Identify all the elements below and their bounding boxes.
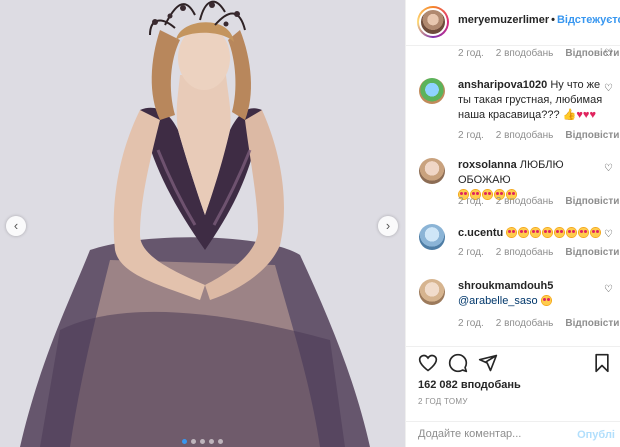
comment-time: 2 год. — [458, 130, 484, 141]
chevron-right-icon[interactable]: › — [378, 216, 398, 236]
carousel-dot — [200, 439, 205, 444]
commenter-username[interactable]: shroukmamdouh5 — [458, 280, 553, 292]
heart-eyes-emoji — [578, 227, 590, 238]
post-actions: 162 082 вподобань 2 ГОД ТОМУ Опублі — [406, 346, 620, 446]
follow-button[interactable]: Відстежуєтс — [557, 14, 620, 26]
post-side-panel: meryemuzerlimer • Відстежуєтс 2 год. 2 впод… — [405, 0, 620, 447]
add-comment-bar: Опублі — [406, 421, 620, 447]
reply-button[interactable]: Відповісти — [565, 196, 619, 207]
carousel-dot — [191, 439, 196, 444]
comment-likes[interactable]: 2 вподобань — [496, 48, 554, 59]
post-photo[interactable]: ‹ › — [0, 0, 405, 447]
comment-input[interactable] — [418, 428, 568, 440]
comment-meta: 2 год. 2 вподобань Відповісти — [458, 196, 620, 207]
heart-eyes-emoji — [566, 227, 578, 238]
heart-eyes-emoji — [590, 227, 602, 238]
heart-icon[interactable] — [418, 353, 438, 373]
photo-artwork — [0, 0, 405, 447]
reply-button[interactable]: Відповісти — [565, 247, 619, 258]
share-icon[interactable] — [478, 353, 498, 373]
author-avatar-image — [419, 8, 447, 36]
small-heart-icon[interactable]: ♡ — [604, 48, 613, 59]
heart-eyes-emoji — [530, 227, 542, 238]
small-heart-icon[interactable]: ♡ — [604, 163, 613, 174]
author-avatar[interactable] — [417, 6, 449, 38]
comment-icon[interactable] — [448, 353, 468, 373]
heart-eyes-emoji — [518, 227, 530, 238]
small-heart-icon[interactable]: ♡ — [604, 284, 613, 295]
comment-time: 2 год. — [458, 318, 484, 329]
comment-meta: 2 год. 2 вподобань Відповісти — [458, 318, 620, 329]
post-timestamp[interactable]: 2 ГОД ТОМУ — [418, 397, 468, 406]
heart-eyes-emoji — [540, 295, 552, 306]
comment-time: 2 год. — [458, 247, 484, 258]
reply-button[interactable]: Відповісти — [565, 318, 619, 329]
heart-eyes-emoji — [506, 227, 518, 238]
heart-eyes-emoji — [554, 227, 566, 238]
thumb-emoji: 👍 — [562, 109, 577, 121]
post-header: meryemuzerlimer • Відстежуєтс — [406, 0, 620, 46]
likes-count[interactable]: 162 082 вподобань — [418, 379, 521, 391]
author-line: meryemuzerlimer • Відстежуєтс — [458, 14, 620, 26]
small-heart-icon[interactable]: ♡ — [604, 229, 613, 240]
commenter-username[interactable]: ansharipova1020 — [458, 79, 547, 91]
comment-time: 2 год. — [458, 196, 484, 207]
commenter-username[interactable]: c.ucentu — [458, 227, 503, 239]
heart-eyes-emoji — [542, 227, 554, 238]
comments-list: 2 год. 2 вподобань Відповісти ♡ ansharipov… — [406, 46, 620, 346]
comment-likes[interactable]: 2 вподобань — [496, 196, 554, 207]
comment-likes[interactable]: 2 вподобань — [496, 318, 554, 329]
comment-text: ansharipova1020 Ну что же ты такая груст… — [458, 78, 615, 123]
bookmark-icon[interactable] — [593, 353, 611, 373]
comment-mention[interactable]: @arabelle_saso — [458, 295, 538, 307]
comment-likes[interactable]: 2 вподобань — [496, 130, 554, 141]
comment-likes[interactable]: 2 вподобань — [496, 247, 554, 258]
carousel-dot — [218, 439, 223, 444]
comment-time: 2 год. — [458, 48, 484, 59]
carousel-dot — [182, 439, 187, 444]
commenter-avatar[interactable] — [419, 224, 445, 250]
commenter-avatar[interactable] — [419, 279, 445, 305]
carousel-dot — [209, 439, 214, 444]
comment-meta: 2 год. 2 вподобань Відповісти — [458, 247, 620, 258]
carousel-indicator — [0, 439, 405, 444]
reply-button[interactable]: Відповісти — [565, 130, 619, 141]
post-comment-button[interactable]: Опублі — [577, 429, 615, 441]
author-username[interactable]: meryemuzerlimer — [458, 14, 549, 26]
comment-text: c.ucentu — [458, 226, 615, 241]
heart-emoji: ♥ — [589, 109, 596, 121]
commenter-avatar[interactable] — [419, 158, 445, 184]
comment-text: shroukmamdouh5 @arabelle_saso — [458, 279, 615, 309]
commenter-username[interactable]: roxsolanna — [458, 159, 517, 171]
comment-meta: 2 год. 2 вподобань Відповісти — [458, 130, 620, 141]
header-separator: • — [551, 14, 555, 26]
chevron-left-icon[interactable]: ‹ — [6, 216, 26, 236]
commenter-avatar[interactable] — [419, 78, 445, 104]
comment-meta: 2 год. 2 вподобань Відповісти — [458, 48, 620, 59]
small-heart-icon[interactable]: ♡ — [604, 83, 613, 94]
